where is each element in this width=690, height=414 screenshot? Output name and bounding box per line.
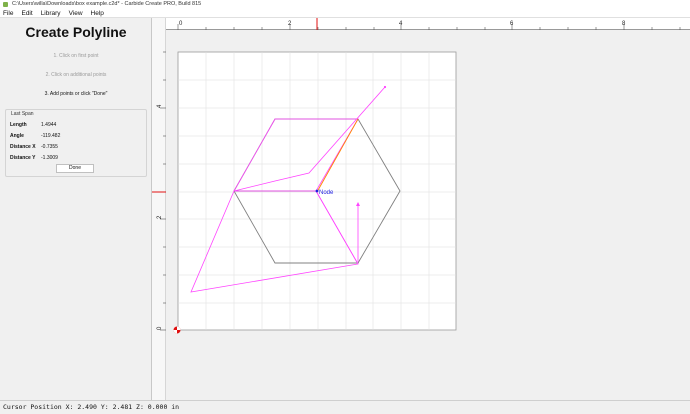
length-row: Length 1.4944 bbox=[10, 122, 56, 128]
step-3: 3. Add points or click "Done" bbox=[44, 91, 108, 97]
angle-label: Angle bbox=[10, 133, 24, 139]
menu-edit[interactable]: Edit bbox=[17, 9, 36, 18]
top-ruler-label-6: 6 bbox=[510, 21, 514, 27]
distance-x-label: Distance X bbox=[10, 144, 36, 150]
left-ruler-label-2: 2 bbox=[157, 215, 163, 219]
distance-y-label: Distance Y bbox=[10, 155, 36, 161]
length-value: 1.4944 bbox=[41, 122, 57, 128]
angle-row: Angle -119.482 bbox=[10, 133, 60, 139]
distance-y-value: -1.3009 bbox=[41, 155, 58, 161]
last-span-title: Last Span bbox=[10, 111, 35, 117]
left-ruler-label-4: 4 bbox=[157, 104, 163, 108]
window-title: C:\Users\willa\Downloads\box example.c2d… bbox=[12, 1, 202, 7]
distance-y-row: Distance Y -1.3009 bbox=[10, 155, 58, 161]
origin-marker-icon bbox=[173, 326, 181, 334]
menu-help[interactable]: Help bbox=[87, 9, 108, 18]
length-label: Length bbox=[10, 122, 27, 128]
left-ruler: 4 2 0 bbox=[152, 30, 166, 400]
top-ruler-label-8: 8 bbox=[622, 21, 626, 27]
cursor-position: Cursor Position X: 2.490 Y: 2.481 Z: 0.0… bbox=[3, 403, 180, 411]
status-bar: Cursor Position X: 2.490 Y: 2.481 Z: 0.0… bbox=[0, 400, 690, 414]
step-2: 2. Click on additional points bbox=[45, 72, 107, 78]
top-ruler-label-2: 2 bbox=[288, 21, 292, 27]
menu-bar: File Edit Library View Help bbox=[0, 9, 690, 18]
node-label: Node bbox=[319, 190, 334, 196]
panel-title: Create Polyline bbox=[25, 24, 127, 40]
tool-panel: Create Polyline 1. Click on first point … bbox=[0, 18, 152, 400]
node-point bbox=[315, 189, 319, 193]
distance-x-value: -0.7355 bbox=[41, 144, 58, 150]
polyline-start-point bbox=[383, 85, 387, 89]
angle-value: -119.482 bbox=[41, 133, 61, 139]
done-button[interactable]: Done bbox=[56, 164, 94, 173]
top-ruler-label-0: 0 bbox=[179, 21, 183, 27]
menu-view[interactable]: View bbox=[65, 9, 87, 18]
menu-library[interactable]: Library bbox=[37, 9, 65, 18]
top-ruler-label-4: 4 bbox=[399, 21, 403, 27]
left-ruler-label-0: 0 bbox=[157, 326, 163, 330]
step-1: 1. Click on first point bbox=[53, 53, 99, 59]
distance-x-row: Distance X -0.7355 bbox=[10, 144, 58, 150]
top-ruler: 0 2 4 6 8 bbox=[166, 18, 690, 30]
title-bar: C:\Users\willa\Downloads\box example.c2d… bbox=[0, 0, 690, 9]
menu-file[interactable]: File bbox=[0, 9, 17, 18]
app-icon bbox=[3, 2, 8, 7]
design-canvas[interactable]: Node bbox=[166, 30, 690, 400]
